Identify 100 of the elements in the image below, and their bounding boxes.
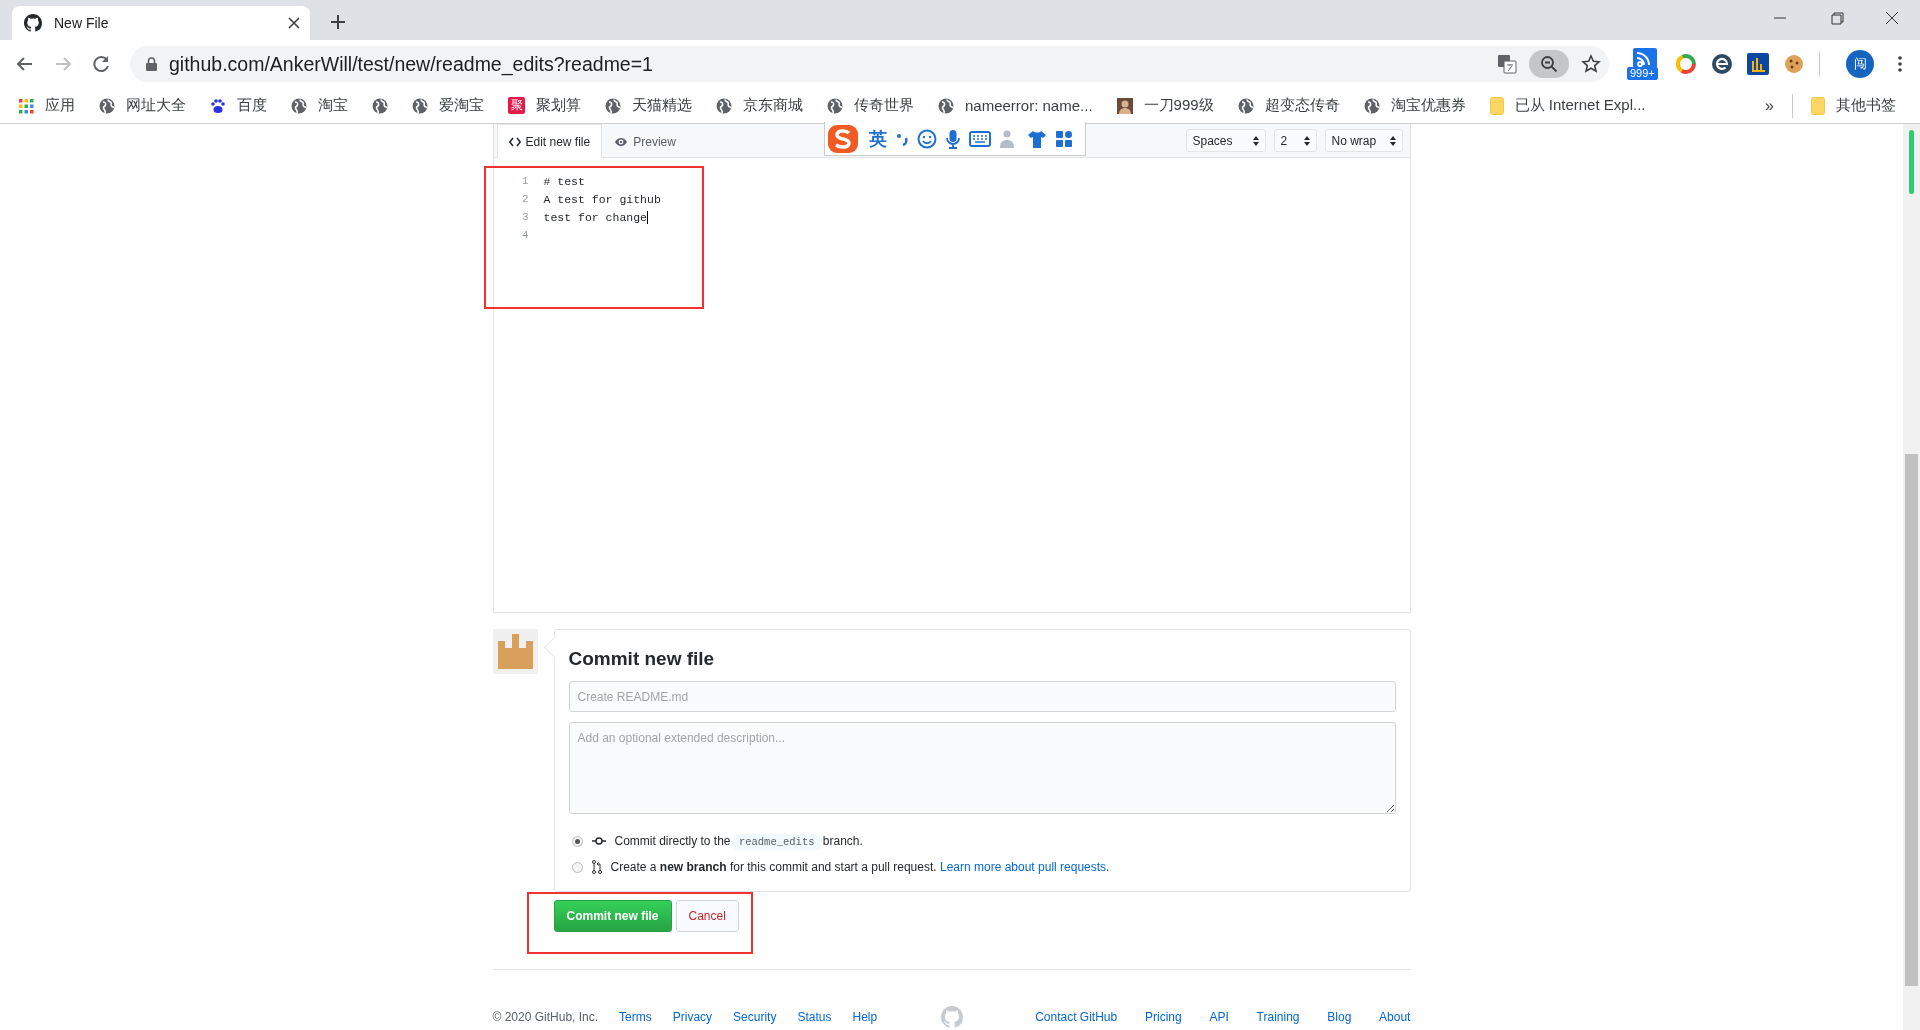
footer-link[interactable]: Help (852, 1010, 878, 1024)
footer-link[interactable]: Terms (619, 1010, 652, 1024)
microphone-icon[interactable] (944, 128, 961, 149)
zoom-out-icon (1540, 55, 1558, 73)
folder-icon (1489, 96, 1504, 115)
scrollbar[interactable] (1903, 124, 1920, 1030)
select-dropdown[interactable]: 2 (1273, 129, 1317, 152)
commit-summary-field[interactable]: Create README.md (568, 681, 1396, 712)
browser-tab[interactable]: New File (12, 6, 310, 40)
s-logo-icon[interactable] (826, 123, 859, 154)
smiley-icon[interactable] (916, 128, 937, 149)
footer-link[interactable]: Privacy (672, 1010, 713, 1024)
globe-icon (938, 97, 954, 114)
bookmark[interactable]: 一刀999级 (1116, 96, 1214, 115)
cookie-icon[interactable] (1783, 53, 1805, 75)
ring-icon[interactable] (1675, 53, 1697, 75)
footer-link[interactable]: Status (797, 1010, 832, 1024)
footer-link[interactable]: About (1379, 1010, 1411, 1024)
editor-tab[interactable]: Preview (602, 125, 688, 158)
bookmark[interactable]: 其他书签 (1811, 96, 1896, 115)
bookmark[interactable]: 超变态传奇 (1237, 96, 1340, 115)
line-number: 3 (520, 211, 530, 223)
bookmark[interactable] (372, 97, 388, 114)
bookmark[interactable]: 应用 (18, 96, 75, 115)
globe-icon (291, 97, 307, 114)
line-number: 4 (520, 229, 530, 241)
bookmark[interactable]: 京东商城 (716, 96, 803, 115)
globe-icon (1237, 97, 1254, 114)
bookmark[interactable]: 百度 (210, 96, 267, 115)
code-icon (508, 136, 521, 147)
new-tab-icon[interactable] (330, 14, 346, 30)
globe-icon (372, 97, 388, 114)
lock-icon (146, 57, 157, 71)
radio-button[interactable] (571, 835, 583, 847)
bookmark[interactable]: 淘宝优惠券 (1363, 96, 1466, 115)
cancel-button[interactable]: Cancel (675, 900, 739, 932)
bookmark[interactable]: 传奇世界 (827, 96, 914, 115)
sort-caret-icon (1303, 135, 1310, 146)
signal-icon (1633, 48, 1657, 68)
shirt-icon[interactable] (1026, 128, 1047, 149)
paw-icon (210, 97, 226, 114)
scroll-marker (1909, 130, 1914, 194)
e-letter-icon[interactable] (1711, 53, 1733, 75)
globe-icon (605, 97, 621, 114)
footer-link[interactable]: Contact GitHub (1035, 1010, 1118, 1024)
description-field[interactable]: Add an optional extended description... (568, 722, 1396, 814)
code-line: # test (543, 174, 585, 188)
select-dropdown[interactable]: No wrap (1324, 129, 1403, 152)
translate-icon[interactable] (1497, 54, 1517, 74)
bookmark[interactable]: 已从 Internet Expl... (1489, 96, 1646, 115)
editor-tab[interactable]: Edit new file (496, 124, 603, 158)
sort-caret-icon (1252, 135, 1259, 146)
globe-icon (99, 97, 115, 114)
input-language[interactable]: 英 (868, 126, 887, 151)
apps-grid-icon (18, 97, 34, 114)
bookmark[interactable]: 淘宝 (291, 96, 348, 115)
folder-icon (1811, 96, 1825, 115)
bar-chart-icon[interactable] (1747, 53, 1769, 75)
star-icon[interactable] (1581, 54, 1601, 74)
keyboard-icon[interactable] (968, 130, 991, 147)
url-text: github.com/AnkerWill/test/new/readme_edits?readme=1 (169, 52, 654, 76)
zoom-out-button[interactable] (1529, 50, 1569, 78)
scrollbar-thumb[interactable] (1905, 454, 1918, 986)
bookmark[interactable]: nameerror: name... (938, 97, 1093, 114)
bookmark[interactable]: 聚 聚划算 (508, 96, 581, 115)
eye-icon (614, 137, 629, 147)
overflow-chevron[interactable]: » (1765, 96, 1774, 115)
globe-icon (827, 97, 843, 114)
commit-icon (591, 836, 606, 846)
code-line: test for change (543, 210, 649, 224)
tab-title: New File (54, 15, 110, 31)
select-dropdown[interactable]: Spaces (1185, 129, 1266, 152)
person-icon (1116, 97, 1133, 114)
bookmark[interactable]: 爱淘宝 (412, 96, 484, 115)
bookmark-logo: 聚 (508, 97, 525, 114)
logo-icon (24, 14, 42, 32)
pull-request-icon (591, 860, 602, 874)
bookmark[interactable]: 网址大全 (99, 96, 186, 115)
profile-avatar[interactable]: 闯 (1846, 50, 1874, 78)
footer-link[interactable]: Security (733, 1010, 777, 1024)
globe-icon (412, 97, 428, 114)
line-number: 2 (520, 193, 530, 205)
option-label: Commit directly to the readme_edits branch. (614, 834, 863, 848)
globe-icon (1363, 97, 1380, 114)
radio-button[interactable] (571, 861, 583, 873)
bookmark[interactable]: 天猫精选 (605, 96, 692, 115)
line-number: 1 (520, 175, 530, 187)
learn-more-link[interactable]: Learn more about pull requests. (939, 860, 1110, 874)
footer-link[interactable]: API (1209, 1010, 1229, 1024)
close-icon[interactable] (288, 17, 300, 29)
extension-button[interactable]: 999+ (1629, 48, 1661, 80)
code-line: A test for github (543, 192, 661, 206)
address-bar[interactable]: github.com/AnkerWill/test/new/readme_edits?readme=1 (130, 46, 1609, 82)
sort-caret-icon (1389, 135, 1396, 146)
footer-link[interactable]: Blog (1327, 1010, 1352, 1024)
commit-title: Commit new file (568, 648, 716, 670)
footer-link[interactable]: Training (1256, 1010, 1300, 1024)
grid-icon[interactable] (1054, 129, 1073, 148)
footer-link[interactable]: Pricing (1145, 1010, 1182, 1024)
option-label: Create a new branch for this commit and start a pull request. Learn more about pull requests. (610, 860, 1110, 874)
